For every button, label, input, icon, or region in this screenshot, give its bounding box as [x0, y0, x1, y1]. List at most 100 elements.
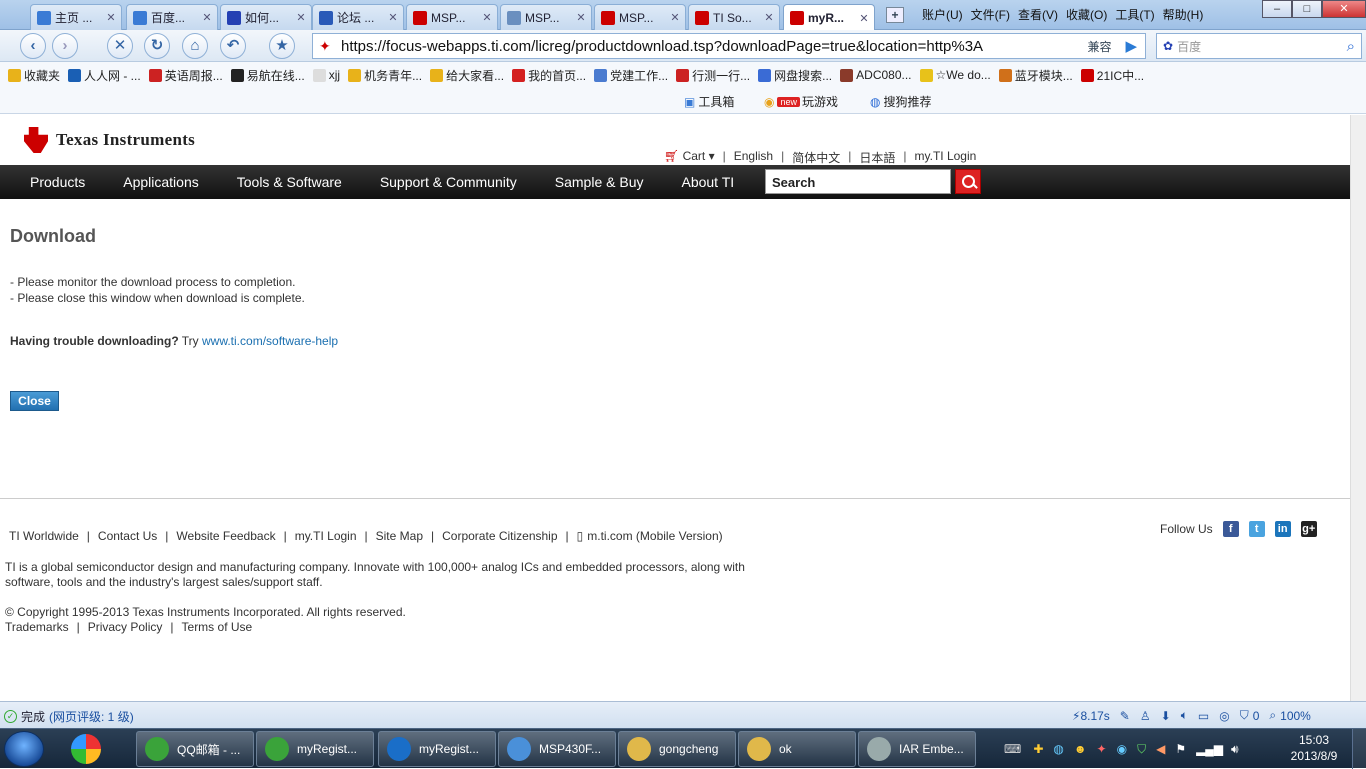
browser-tab[interactable]: 论坛 ... ✕: [312, 4, 404, 30]
refresh-button[interactable]: ↻: [144, 33, 170, 59]
back-button[interactable]: ‹: [20, 33, 46, 59]
nav-tools-software[interactable]: Tools & Software: [218, 174, 361, 190]
favorite-link[interactable]: 蓝牙模块...: [998, 67, 1073, 84]
close-tab-icon[interactable]: ✕: [294, 11, 308, 24]
close-tab-icon[interactable]: ✕: [480, 11, 494, 24]
favorite-link[interactable]: ☆We do...: [919, 68, 991, 82]
page-rank-link[interactable]: (网页评级: 1 级): [49, 708, 134, 725]
browser-tab[interactable]: myR... ✕: [783, 4, 875, 31]
new-tab-button[interactable]: +: [886, 7, 904, 23]
browser-tab[interactable]: MSP... ✕: [406, 4, 498, 30]
close-tab-icon[interactable]: ✕: [762, 11, 776, 24]
favorite-link[interactable]: xjj: [312, 68, 340, 82]
tool-icon[interactable]: ✦: [1097, 742, 1107, 756]
vertical-scrollbar[interactable]: [1350, 115, 1366, 701]
close-tab-icon[interactable]: ✕: [574, 11, 588, 24]
keyboard-icon[interactable]: ⌨: [1004, 742, 1021, 756]
forward-button[interactable]: ›: [52, 33, 78, 59]
eye-icon[interactable]: ◎: [1219, 709, 1229, 723]
favorite-star-button[interactable]: ★: [269, 33, 295, 59]
minimize-button[interactable]: –: [1262, 0, 1292, 18]
close-tab-icon[interactable]: ✕: [857, 12, 871, 25]
browser-tab[interactable]: MSP... ✕: [500, 4, 592, 30]
favorite-link[interactable]: 易航在线...: [230, 67, 305, 84]
browser-tab[interactable]: 百度... ✕: [126, 4, 218, 30]
footer-link[interactable]: Site Map: [372, 529, 427, 543]
menu-item[interactable]: 账户(U): [922, 6, 963, 23]
ti-logo[interactable]: Texas Instruments: [24, 127, 195, 153]
software-help-link[interactable]: www.ti.com/software-help: [202, 334, 338, 348]
close-window-button[interactable]: ✕: [1322, 0, 1366, 18]
undo-close-button[interactable]: ↶: [220, 33, 246, 59]
url-text[interactable]: https://focus-webapps.ti.com/licreg/prod…: [341, 38, 1081, 55]
favorite-link[interactable]: 人人网 - ...: [68, 67, 141, 84]
browser-tab[interactable]: 如何... ✕: [220, 4, 312, 30]
sogou-recommend-button[interactable]: ◍ 搜狗推荐: [870, 93, 932, 110]
taskbar-button[interactable]: QQ邮箱 - ...: [136, 731, 254, 767]
go-arrow-icon[interactable]: ▶: [1117, 37, 1145, 55]
nav-support-community[interactable]: Support & Community: [361, 174, 536, 190]
favorite-link[interactable]: 网盘搜索...: [758, 67, 832, 84]
maximize-button[interactable]: □: [1292, 0, 1322, 18]
nav-about-ti[interactable]: About TI: [662, 174, 753, 190]
language-english-link[interactable]: English: [726, 149, 781, 166]
stop-button[interactable]: ✕: [107, 33, 133, 59]
taskbar-button[interactable]: ok: [738, 731, 856, 767]
footer-link[interactable]: TI Worldwide: [5, 529, 83, 543]
favorite-link[interactable]: 行测一行...: [676, 67, 750, 84]
language-japanese-link[interactable]: 日本語: [851, 149, 903, 166]
speaker-icon[interactable]: ◀: [1156, 742, 1165, 756]
network-icon[interactable]: ◉: [1117, 742, 1127, 756]
volume-icon[interactable]: 🔈︎: [1181, 708, 1188, 723]
taskbar-button[interactable]: gongcheng: [618, 731, 736, 767]
plus-icon[interactable]: ✚: [1033, 742, 1043, 756]
pinned-app-icon[interactable]: [60, 732, 112, 766]
menu-item[interactable]: 文件(F): [971, 6, 1010, 23]
search-icon[interactable]: ⌕: [1341, 38, 1361, 55]
language-chinese-link[interactable]: 简体中文: [784, 149, 848, 166]
toolbox-button[interactable]: ▣ 工具箱: [684, 93, 734, 110]
footer-link[interactable]: Website Feedback: [172, 529, 279, 543]
favorite-link[interactable]: 21IC中...: [1080, 67, 1144, 84]
site-search-input[interactable]: Search: [765, 169, 951, 194]
menu-item[interactable]: 查看(V): [1018, 6, 1058, 23]
close-button[interactable]: Close: [10, 391, 59, 411]
person-icon[interactable]: ♙: [1140, 709, 1151, 723]
myti-login-link[interactable]: my.TI Login: [907, 149, 985, 166]
show-desktop-button[interactable]: [1352, 729, 1366, 769]
taskbar-button[interactable]: myRegist...: [256, 731, 374, 767]
menu-item[interactable]: 帮助(H): [1163, 6, 1204, 23]
menu-item[interactable]: 工具(T): [1115, 6, 1154, 23]
taskbar-button[interactable]: IAR Embe...: [858, 731, 976, 767]
legal-link[interactable]: Terms of Use: [178, 620, 257, 634]
shield-icon[interactable]: ⛉: [1240, 708, 1249, 723]
linkedin-icon[interactable]: in: [1274, 521, 1291, 537]
legal-link[interactable]: Privacy Policy: [84, 620, 167, 634]
site-search-button[interactable]: [955, 169, 981, 194]
footer-link[interactable]: m.ti.com (Mobile Version): [583, 529, 726, 543]
volume-tray-icon[interactable]: 🔊︎: [1231, 742, 1239, 757]
menu-item[interactable]: 收藏(O): [1066, 6, 1107, 23]
close-tab-icon[interactable]: ✕: [386, 11, 400, 24]
globe-icon[interactable]: ◍: [1053, 742, 1063, 756]
close-tab-icon[interactable]: ✕: [200, 11, 214, 24]
favorite-link[interactable]: 英语周报...: [148, 67, 223, 84]
legal-link[interactable]: Trademarks: [5, 620, 73, 634]
twitter-icon[interactable]: t: [1248, 521, 1265, 537]
taskbar-button[interactable]: MSP430F...: [498, 731, 616, 767]
close-tab-icon[interactable]: ✕: [668, 11, 682, 24]
system-clock[interactable]: 15:03 2013/8/9: [1288, 732, 1340, 764]
browser-tab[interactable]: 主页 ... ✕: [30, 4, 122, 30]
footer-link[interactable]: Corporate Citizenship: [438, 529, 561, 543]
security-icon[interactable]: ⛉: [1137, 742, 1146, 757]
cart-link[interactable]: 🛒︎ Cart ▾: [656, 149, 723, 166]
home-button[interactable]: ⌂: [182, 33, 208, 59]
zoom-level[interactable]: 100%: [1280, 709, 1311, 723]
nav-products[interactable]: Products: [0, 174, 104, 190]
search-engine-box[interactable]: ✿ 百度 ⌕: [1156, 33, 1362, 59]
favorite-link[interactable]: 我的首页...: [512, 67, 586, 84]
footer-link[interactable]: my.TI Login: [291, 529, 361, 543]
qq-icon[interactable]: ☻: [1074, 742, 1087, 756]
nav-sample-buy[interactable]: Sample & Buy: [536, 174, 663, 190]
flag-icon[interactable]: ⚑: [1175, 742, 1186, 756]
